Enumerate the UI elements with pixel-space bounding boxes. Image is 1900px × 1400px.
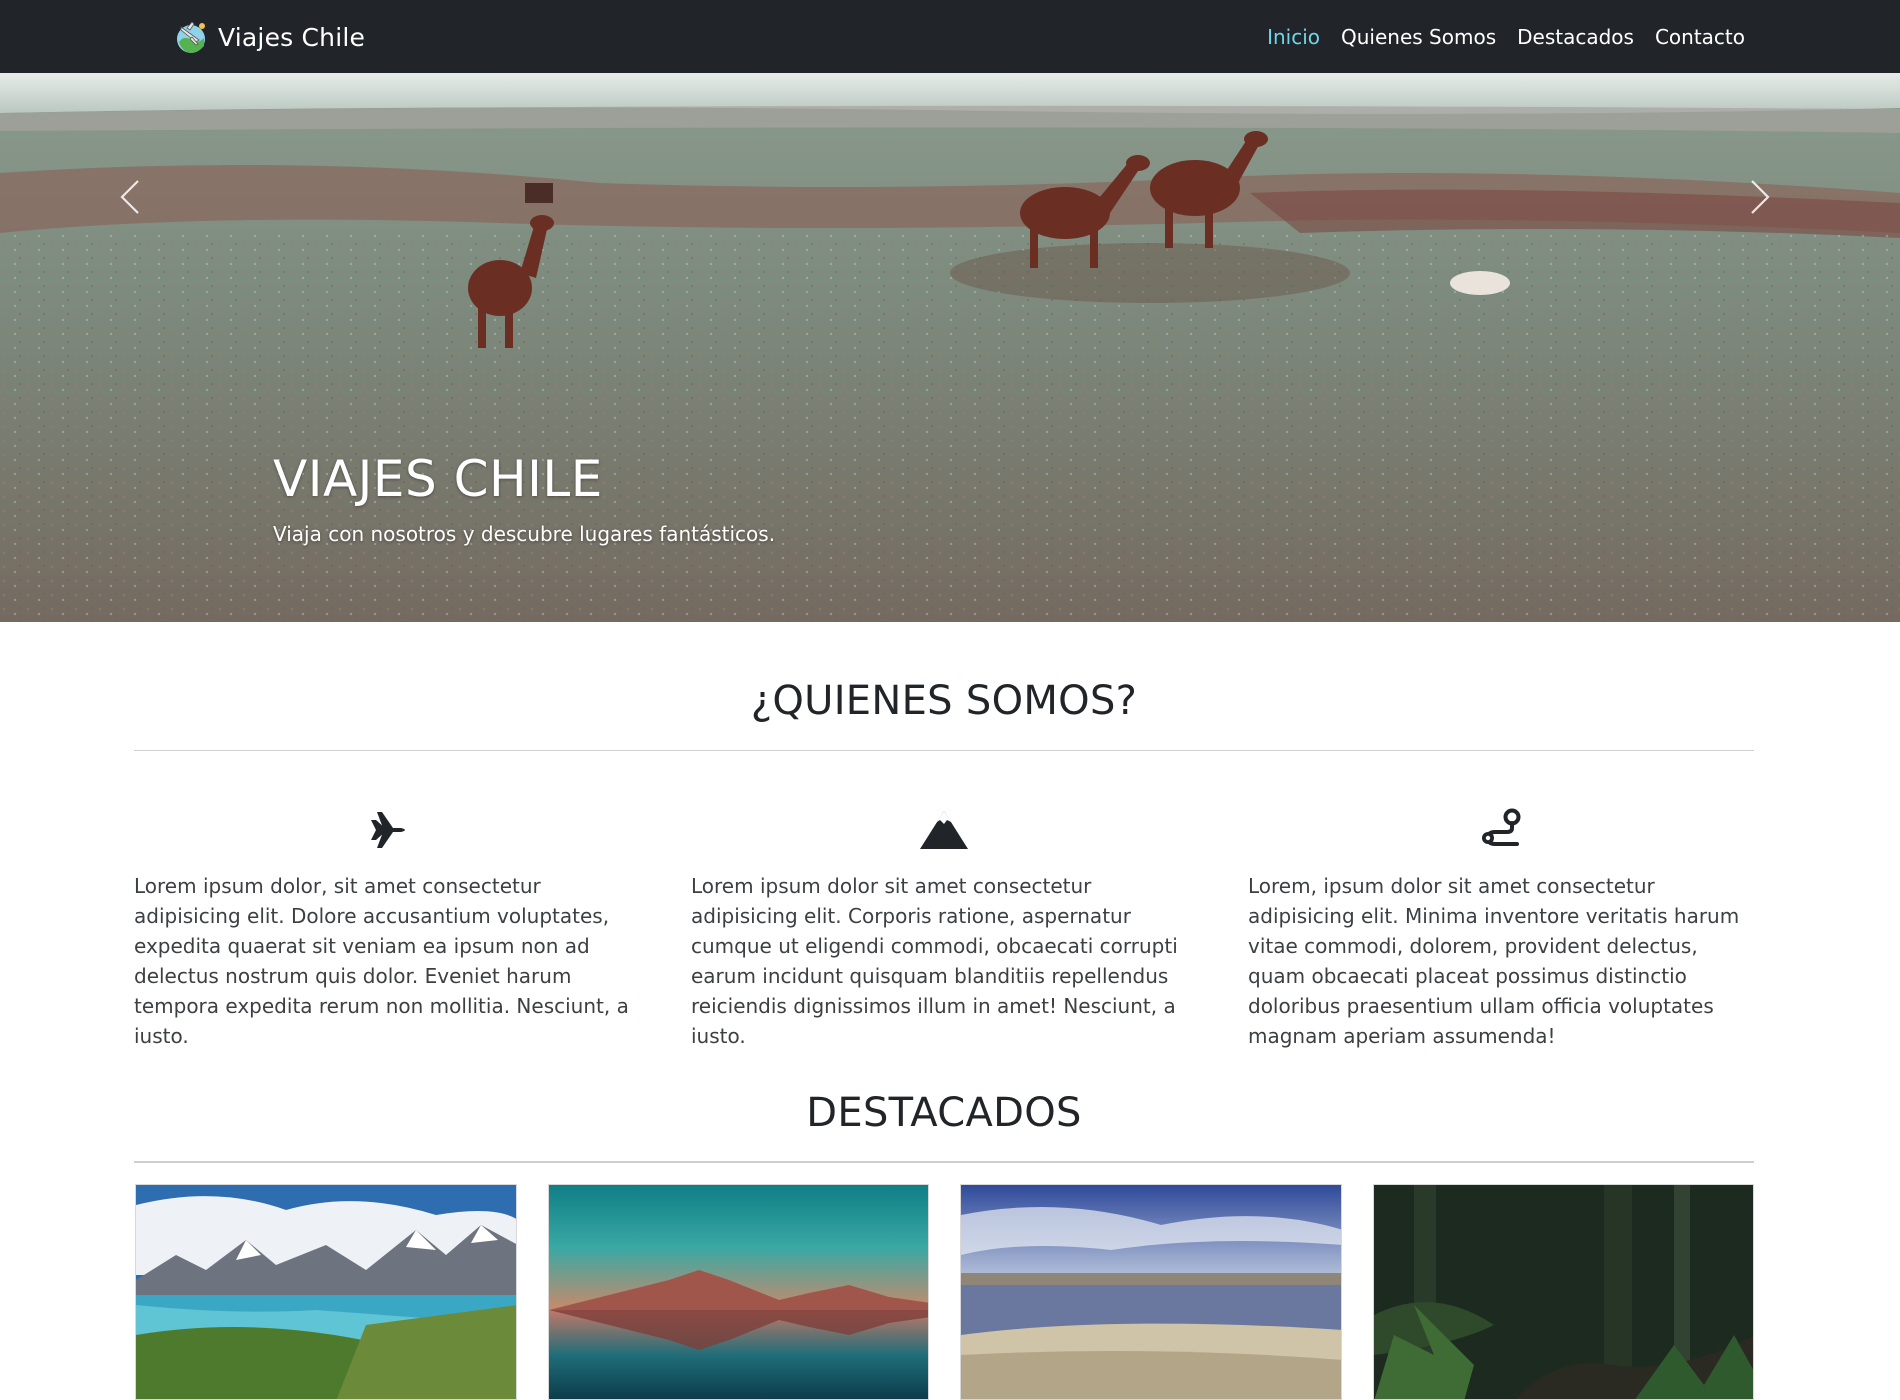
brand-name: Viajes Chile	[218, 22, 366, 52]
feature-item: Lorem ipsum dolor sit amet consectetur a…	[691, 808, 1197, 1051]
volcano-lake-reflection-photo	[548, 1185, 929, 1399]
nav-link-inicio[interactable]: Inicio	[1267, 25, 1320, 49]
featured-card[interactable]	[547, 1184, 929, 1400]
feature-item: Lorem ipsum dolor, sit amet consectetur …	[134, 808, 640, 1051]
brand[interactable]: Viajes Chile	[172, 18, 365, 56]
salt-flat-lagoon-photo	[961, 1185, 1341, 1399]
world-travel-logo-icon	[177, 21, 205, 53]
nav-link-quienes-somos[interactable]: Quienes Somos	[1341, 25, 1496, 49]
featured-card[interactable]	[1372, 1184, 1754, 1400]
carousel-prev-button[interactable]	[110, 167, 150, 227]
chevron-right-icon	[1751, 180, 1770, 214]
nav-links: Inicio Quienes Somos Destacados Contacto	[1267, 0, 1745, 73]
about-title: ¿QUIENES SOMOS?	[750, 678, 1138, 724]
nav-link-contacto[interactable]: Contacto	[1655, 25, 1745, 49]
features-row: Lorem ipsum dolor, sit amet consectetur …	[134, 808, 1754, 1051]
featured-cards	[135, 1184, 1754, 1400]
featured-card[interactable]	[960, 1184, 1342, 1400]
route-icon	[1482, 808, 1521, 846]
featured-title: DESTACADOS	[806, 1090, 1082, 1136]
torres-del-paine-photo	[136, 1185, 516, 1399]
featured-card[interactable]	[135, 1184, 517, 1400]
hero-title: VIAJES CHILE	[273, 450, 603, 508]
carousel-next-button[interactable]	[1740, 167, 1780, 227]
chevron-left-icon	[120, 180, 139, 214]
nav-link-destacados[interactable]: Destacados	[1517, 25, 1634, 49]
hero-carousel: VIAJES CHILE Viaja con nosotros y descub…	[0, 73, 1900, 622]
mountain-icon	[920, 811, 968, 849]
feature-text: Lorem ipsum dolor, sit amet consectetur …	[134, 874, 629, 1048]
forest-path-photo	[1373, 1185, 1754, 1399]
about-divider	[134, 750, 1754, 751]
feature-text: Lorem ipsum dolor sit amet consectetur a…	[691, 874, 1178, 1048]
feature-text: Lorem, ipsum dolor sit amet consectetur …	[1248, 874, 1740, 1048]
featured-divider	[134, 1161, 1754, 1163]
feature-item: Lorem, ipsum dolor sit amet consectetur …	[1248, 808, 1754, 1051]
airplane-icon	[367, 812, 405, 848]
navbar: Viajes Chile Inicio Quienes Somos Destac…	[0, 0, 1900, 73]
hero-caption: VIAJES CHILE Viaja con nosotros y descub…	[273, 450, 775, 546]
hero-subtitle: Viaja con nosotros y descubre lugares fa…	[273, 522, 776, 546]
